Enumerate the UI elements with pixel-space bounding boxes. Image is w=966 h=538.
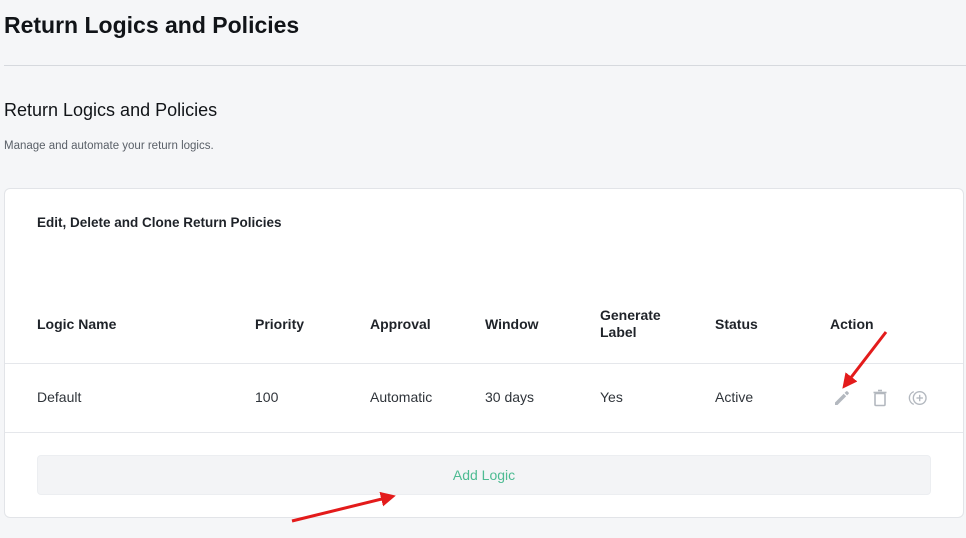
header-row-divider — [5, 363, 963, 364]
section-title: Return Logics and Policies — [4, 100, 218, 120]
section-subtitle: Manage and automate your return logics. — [4, 140, 214, 152]
cell-window: 30 days — [485, 389, 535, 405]
row-divider — [5, 432, 963, 433]
clone-icon[interactable] — [907, 387, 929, 409]
policies-card: Edit, Delete and Clone Return Policies L… — [4, 188, 964, 518]
page-title: Return Logics and Policies — [4, 12, 300, 38]
cell-generate-label: Yes — [600, 389, 623, 405]
pencil-icon[interactable] — [831, 387, 853, 409]
column-header-action: Action — [830, 315, 874, 332]
cell-status: Active — [715, 389, 754, 405]
card-title: Edit, Delete and Clone Return Policies — [37, 215, 282, 230]
action-icons — [831, 387, 929, 409]
column-header-status: Status — [715, 315, 758, 332]
trash-icon[interactable] — [869, 387, 891, 409]
header-divider — [4, 65, 966, 66]
column-header-window: Window — [485, 315, 539, 332]
column-header-generate-label: Generate Label — [600, 307, 661, 340]
cell-priority: 100 — [255, 389, 279, 405]
cell-approval: Automatic — [370, 389, 433, 405]
column-header-logic-name: Logic Name — [37, 315, 117, 332]
add-logic-button[interactable]: Add Logic — [37, 455, 931, 495]
cell-logic-name: Default — [37, 389, 82, 405]
column-header-priority: Priority — [255, 315, 305, 332]
column-header-approval: Approval — [370, 315, 431, 332]
